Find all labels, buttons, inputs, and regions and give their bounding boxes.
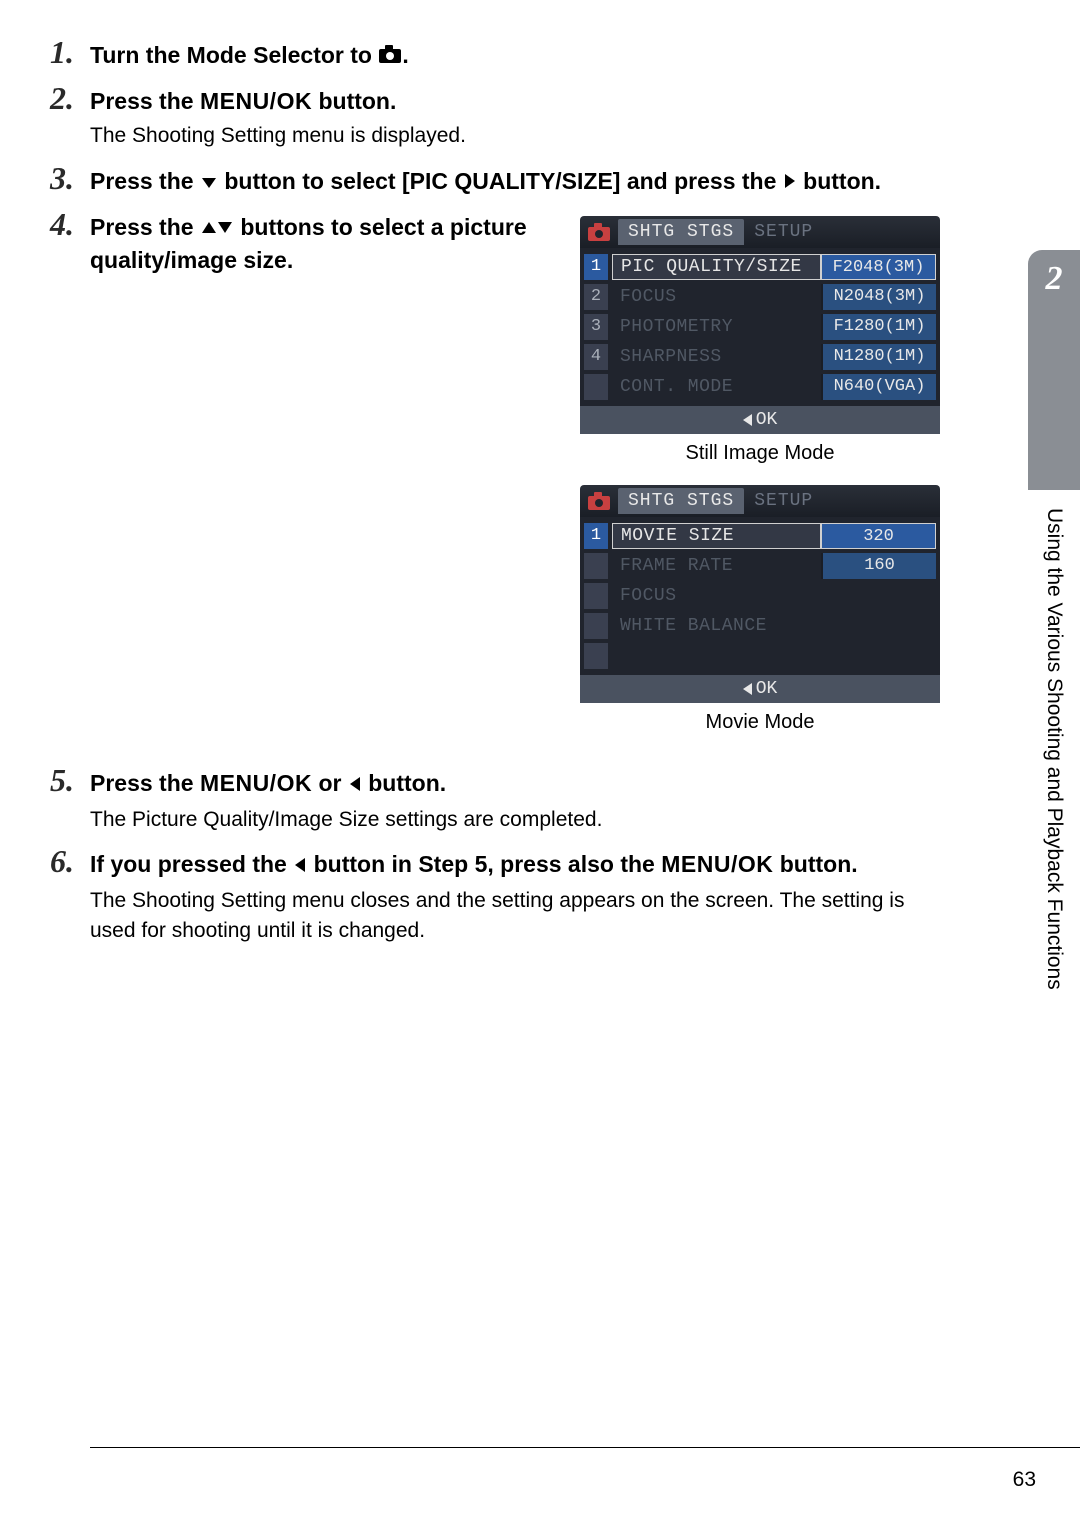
footer-divider (90, 1447, 1080, 1448)
menu-value: F1280(1M) (821, 314, 936, 340)
step-text: or (312, 770, 348, 796)
chapter-number: 2 (1028, 250, 1080, 298)
chapter-title: Using the Various Shooting and Playback … (1028, 490, 1066, 990)
step-number: 3. (50, 160, 74, 197)
step-text: Press the (90, 770, 200, 796)
page-content: 1. Turn the Mode Selector to . 2. Press … (0, 0, 1080, 1001)
step-3: 3. Press the button to select [PIC QUALI… (90, 166, 940, 198)
menu-item: PIC QUALITY/SIZE (612, 254, 821, 280)
menu-ok-label: MENU/OK (200, 770, 312, 796)
step-text: button to select [PIC QUALITY/SIZE] and … (218, 168, 783, 194)
step-text: Press the (90, 168, 200, 194)
menu-value: F2048(3M) (821, 254, 936, 280)
step-6: 6. If you pressed the button in Step 5, … (90, 849, 940, 946)
tab-setup: SETUP (744, 219, 823, 245)
still-image-screen: SHTG STGS SETUP 1PIC QUALITY/SIZEF2048(3… (580, 216, 940, 434)
triangle-up-down-icon (200, 214, 234, 245)
movie-caption: Movie Mode (580, 711, 940, 734)
triangle-left-icon (293, 851, 307, 882)
triangle-left-icon (348, 770, 362, 801)
step-4: 4. Press the buttons to select a picture… (90, 212, 940, 754)
menu-ok-label: MENU/OK (200, 88, 312, 114)
step-description: The Shooting Setting menu closes and the… (90, 886, 940, 947)
step-number: 6. (50, 843, 74, 880)
side-tab: 2 Using the Various Shooting and Playbac… (1028, 250, 1080, 990)
step-text: button. (797, 168, 881, 194)
menu-item: PHOTOMETRY (612, 315, 821, 339)
step-text: . (402, 42, 408, 68)
menu-item: MOVIE SIZE (612, 523, 821, 549)
chapter-tab: 2 (1028, 250, 1080, 490)
menu-value: N1280(1M) (821, 344, 936, 370)
menu-item: FOCUS (612, 584, 821, 608)
menu-value: N640(VGA) (821, 374, 936, 400)
movie-mode-screen: SHTG STGS SETUP 1MOVIE SIZE320 FRAME RAT… (580, 485, 940, 703)
menu-item: SHARPNESS (612, 345, 821, 369)
tab-shooting-settings: SHTG STGS (618, 219, 744, 245)
tab-shooting-settings: SHTG STGS (618, 488, 744, 514)
triangle-left-icon (743, 683, 752, 695)
step-1: 1. Turn the Mode Selector to . (90, 40, 940, 72)
step-text: button in Step 5, press also the (307, 851, 661, 877)
menu-value: N2048(3M) (821, 284, 936, 310)
step-5: 5. Press the MENU/OK or button. The Pict… (90, 768, 940, 835)
menu-ok-label: MENU/OK (661, 851, 773, 877)
triangle-down-icon (200, 167, 218, 198)
instruction-steps: 1. Turn the Mode Selector to . 2. Press … (90, 40, 940, 947)
step-description: The Shooting Setting menu is displayed. (90, 121, 940, 151)
camera-icon (586, 222, 612, 242)
menu-item (612, 654, 821, 658)
step-text: Press the (90, 88, 200, 114)
movie-menu-body: 1MOVIE SIZE320 FRAME RATE160 FOCUS WHITE… (580, 517, 940, 675)
step-text: Press the (90, 214, 200, 240)
camera-icon (378, 41, 402, 72)
step-text: Turn the Mode Selector to (90, 42, 378, 68)
step-number: 4. (50, 206, 74, 243)
step-2: 2. Press the MENU/OK button. The Shootin… (90, 86, 940, 151)
camera-icon (586, 491, 612, 511)
screenshots-column: SHTG STGS SETUP 1PIC QUALITY/SIZEF2048(3… (580, 216, 940, 754)
menu-value: 320 (821, 523, 936, 549)
screen-footer: OK (580, 406, 940, 434)
menu-value: 160 (821, 553, 936, 579)
menu-item: FOCUS (612, 285, 821, 309)
step-number: 2. (50, 80, 74, 117)
step-number: 5. (50, 762, 74, 799)
triangle-right-icon (783, 167, 797, 198)
triangle-left-icon (743, 414, 752, 426)
screen-footer: OK (580, 675, 940, 703)
menu-item: FRAME RATE (612, 554, 821, 578)
step-description: The Picture Quality/Image Size settings … (90, 805, 940, 835)
step-text: button. (312, 88, 396, 114)
still-caption: Still Image Mode (580, 442, 940, 465)
menu-item: WHITE BALANCE (612, 614, 821, 638)
menu-item: CONT. MODE (612, 375, 821, 399)
step-number: 1. (50, 34, 74, 71)
tab-setup: SETUP (744, 488, 823, 514)
still-menu-body: 1PIC QUALITY/SIZEF2048(3M) 2FOCUSN2048(3… (580, 248, 940, 406)
step-text: button. (773, 851, 857, 877)
step-text: button. (362, 770, 446, 796)
page-number: 63 (1013, 1468, 1036, 1492)
step-text: If you pressed the (90, 851, 293, 877)
